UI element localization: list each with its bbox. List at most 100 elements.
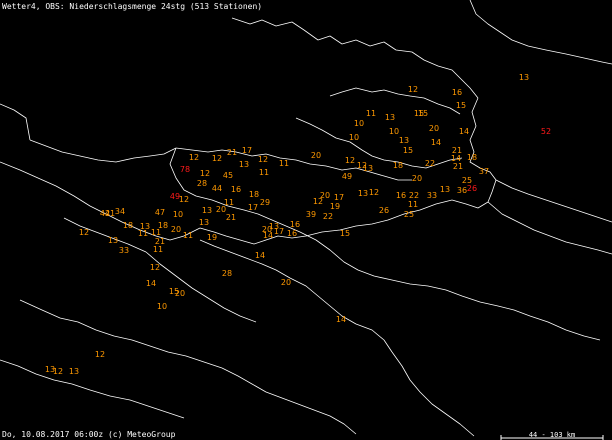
station-value: 25 xyxy=(404,210,414,219)
station-value: 11 xyxy=(153,245,163,254)
station-value: 13 xyxy=(385,113,395,122)
station-value: 11 xyxy=(279,159,289,168)
border-interior-2 xyxy=(175,147,412,181)
station-value: 16 xyxy=(287,229,297,238)
station-value: 33 xyxy=(119,246,129,255)
map-title: Wetter4, OBS: Niederschlagsmenge 24stg (… xyxy=(2,2,263,11)
border-austria xyxy=(199,239,393,353)
precipitation-map: 13 12 16 15 52 11 13 10 10 10 15 15 20 14 13 14 15 21 18 12… xyxy=(0,0,612,440)
map-footer: Do, 10.08.2017 06:00z (c) MeteoGroup xyxy=(2,430,176,439)
station-value: 12 xyxy=(79,228,89,237)
border-east-3 xyxy=(487,201,612,255)
station-value: 11 xyxy=(259,168,269,177)
border-interior-north xyxy=(329,87,461,115)
scale-bar: 44 - 103 km xyxy=(500,426,604,440)
station-value: 14 xyxy=(255,251,265,260)
station-value: 28 xyxy=(197,179,207,188)
station-value: 10 xyxy=(157,302,167,311)
station-value: 14 xyxy=(431,138,441,147)
station-value: 15 xyxy=(456,101,466,110)
station-value: 19 xyxy=(330,202,340,211)
station-value: 20 xyxy=(281,278,291,287)
station-value: 12 xyxy=(95,350,105,359)
station-value: 10 xyxy=(173,210,183,219)
station-value: 37 xyxy=(479,167,489,176)
station-value: 12 xyxy=(212,154,222,163)
station-value: 20 xyxy=(412,174,422,183)
border-north-coast xyxy=(231,17,479,99)
station-value: 17 xyxy=(242,146,252,155)
station-value: 12 xyxy=(258,155,268,164)
station-value: 19 xyxy=(207,233,217,242)
station-value: 12 xyxy=(179,195,189,204)
station-value: 11 xyxy=(408,200,418,209)
border-alps-2 xyxy=(0,359,185,419)
border-south-2 xyxy=(145,251,257,323)
station-value: 20 xyxy=(429,124,439,133)
border-east-2 xyxy=(495,179,612,223)
station-value: 26 xyxy=(467,184,477,193)
station-value: 17 xyxy=(248,203,258,212)
station-value: 49 xyxy=(342,172,352,181)
station-value: 22 xyxy=(323,212,333,221)
border-italy xyxy=(391,351,475,437)
station-value: 12 xyxy=(150,263,160,272)
station-value: 12 xyxy=(345,156,355,165)
station-value: 14 xyxy=(263,231,273,240)
station-value: 13 xyxy=(519,73,529,82)
station-value: 13 xyxy=(69,367,79,376)
station-value: 20 xyxy=(175,289,185,298)
station-value: 12 xyxy=(53,367,63,376)
station-value: 20 xyxy=(171,225,181,234)
station-value: 22 xyxy=(425,159,435,168)
station-value: 13 xyxy=(202,206,212,215)
station-value: 11 xyxy=(151,228,161,237)
station-value: 16 xyxy=(231,185,241,194)
station-value: 52 xyxy=(541,127,551,136)
station-value: 22 xyxy=(409,191,419,200)
station-value: 78 xyxy=(180,165,190,174)
station-value: 17 xyxy=(334,193,344,202)
station-value: 36 xyxy=(457,186,467,195)
station-value: 12 xyxy=(369,188,379,197)
station-value: 18 xyxy=(393,161,403,170)
station-value: 15 xyxy=(403,146,413,155)
station-value: 13 xyxy=(358,189,368,198)
station-value: 12 xyxy=(189,153,199,162)
station-value: 10 xyxy=(349,133,359,142)
station-value: 10 xyxy=(354,119,364,128)
station-value: 11 xyxy=(183,231,193,240)
border-west-3 xyxy=(63,217,147,253)
station-value: 16 xyxy=(396,191,406,200)
station-value: 16 xyxy=(452,88,462,97)
station-value: 13 xyxy=(239,160,249,169)
station-value: 29 xyxy=(260,198,270,207)
station-value: 41 xyxy=(105,209,115,218)
station-value: 13 xyxy=(108,236,118,245)
border-alps-3 xyxy=(221,367,357,435)
station-value: 11 xyxy=(366,109,376,118)
station-value: 47 xyxy=(155,208,165,217)
station-value: 18 xyxy=(467,153,477,162)
station-value: 13 xyxy=(199,218,209,227)
station-value: 18 xyxy=(123,221,133,230)
border-south-1 xyxy=(285,225,601,341)
station-value: 12 xyxy=(313,197,323,206)
station-value: 20 xyxy=(311,151,321,160)
station-value: 13 xyxy=(440,185,450,194)
station-value: 11 xyxy=(138,229,148,238)
station-value: 15 xyxy=(340,229,350,238)
scale-label: 44 - 103 km xyxy=(528,431,576,439)
station-value: 10 xyxy=(389,127,399,136)
station-value: 44 xyxy=(212,184,222,193)
station-value: 17 xyxy=(274,227,284,236)
border-coast-west xyxy=(0,103,31,141)
station-value: 18 xyxy=(249,190,259,199)
station-value: 45 xyxy=(223,171,233,180)
border-west xyxy=(29,139,177,163)
station-value: 14 xyxy=(336,315,346,324)
station-value: 12 xyxy=(408,85,418,94)
border-sweden-coast xyxy=(469,0,612,65)
station-value: 21 xyxy=(227,148,237,157)
station-value: 14 xyxy=(146,279,156,288)
